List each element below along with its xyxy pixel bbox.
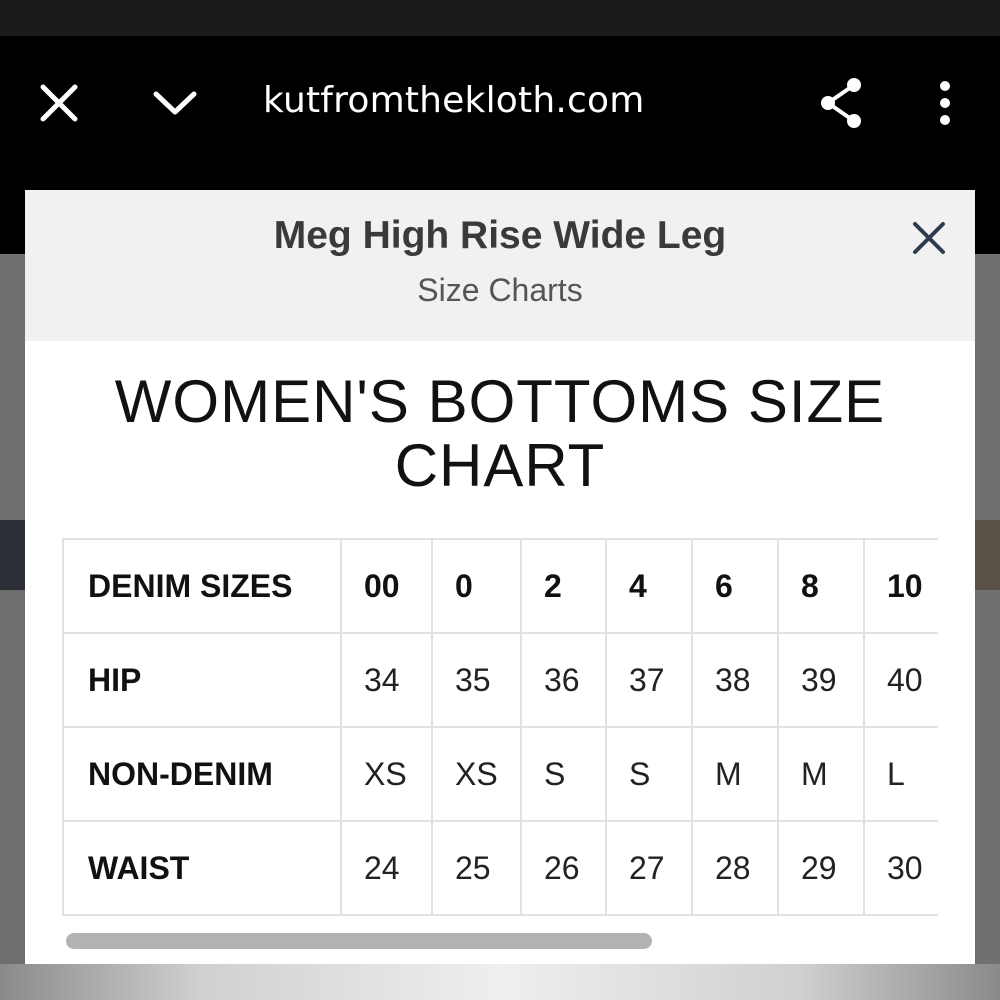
minimize-button[interactable]	[146, 74, 204, 132]
size-chart-title: WOMEN'S BOTTOMS SIZE CHART	[114, 368, 886, 499]
more-vertical-icon	[940, 81, 950, 125]
table-row-non-denim: NON-DENIM XS XS S S M M L	[62, 726, 938, 822]
size-chart-modal: Meg High Rise Wide Leg Size Charts WOMEN…	[25, 190, 975, 964]
page-background-image	[975, 520, 1000, 590]
table-cell: L	[863, 726, 938, 822]
horizontal-scrollbar[interactable]	[62, 933, 938, 949]
bottom-nav-bar	[0, 964, 1000, 1000]
table-row-hip: HIP 34 35 36 37 38 39 40	[62, 632, 938, 728]
page-background	[0, 254, 25, 964]
table-cell: 39	[777, 632, 865, 728]
table-cell: 30	[863, 820, 938, 916]
table-cell: XS	[431, 726, 522, 822]
table-cell: 29	[777, 820, 865, 916]
row-header: WAIST	[62, 820, 342, 916]
table-cell: 8	[777, 538, 865, 634]
modal-close-button[interactable]	[905, 214, 953, 262]
table-cell: 27	[605, 820, 693, 916]
page-background-image	[0, 520, 25, 590]
table-cell: 6	[691, 538, 779, 634]
row-header: DENIM SIZES	[62, 538, 342, 634]
table-cell: 00	[340, 538, 433, 634]
size-table-scroll[interactable]: DENIM SIZES 00 0 2 4 6 8 10 HIP 34 35 36…	[62, 538, 938, 926]
table-row-denim-sizes: DENIM SIZES 00 0 2 4 6 8 10	[62, 538, 938, 634]
share-icon	[821, 78, 861, 128]
table-cell: 40	[863, 632, 938, 728]
modal-header: Meg High Rise Wide Leg Size Charts	[25, 190, 975, 341]
row-header: HIP	[62, 632, 342, 728]
table-cell: 26	[520, 820, 607, 916]
url-text[interactable]: kutfromthekloth.com	[263, 80, 644, 121]
table-cell: 35	[431, 632, 522, 728]
page-background	[975, 254, 1000, 964]
table-cell: M	[691, 726, 779, 822]
product-title: Meg High Rise Wide Leg	[273, 214, 727, 257]
status-bar	[0, 0, 1000, 36]
table-cell: 36	[520, 632, 607, 728]
close-icon	[913, 222, 945, 254]
browser-close-button[interactable]	[30, 74, 88, 132]
table-cell: 37	[605, 632, 693, 728]
chevron-down-icon	[153, 91, 197, 115]
table-cell: 0	[431, 538, 522, 634]
share-button[interactable]	[810, 72, 872, 134]
table-cell: 4	[605, 538, 693, 634]
scrollbar-thumb[interactable]	[66, 933, 652, 949]
table-cell: 28	[691, 820, 779, 916]
table-cell: 2	[520, 538, 607, 634]
table-cell: 25	[431, 820, 522, 916]
table-cell: S	[605, 726, 693, 822]
table-cell: 10	[863, 538, 938, 634]
more-options-button[interactable]	[922, 72, 968, 134]
table-cell: S	[520, 726, 607, 822]
close-icon	[40, 84, 78, 122]
table-row-waist: WAIST 24 25 26 27 28 29 30	[62, 820, 938, 916]
table-cell: 34	[340, 632, 433, 728]
table-cell: 38	[691, 632, 779, 728]
row-header: NON-DENIM	[62, 726, 342, 822]
table-cell: XS	[340, 726, 433, 822]
table-cell: M	[777, 726, 865, 822]
modal-subtitle: Size Charts	[417, 272, 583, 308]
table-cell: 24	[340, 820, 433, 916]
size-table: DENIM SIZES 00 0 2 4 6 8 10 HIP 34 35 36…	[62, 538, 938, 916]
